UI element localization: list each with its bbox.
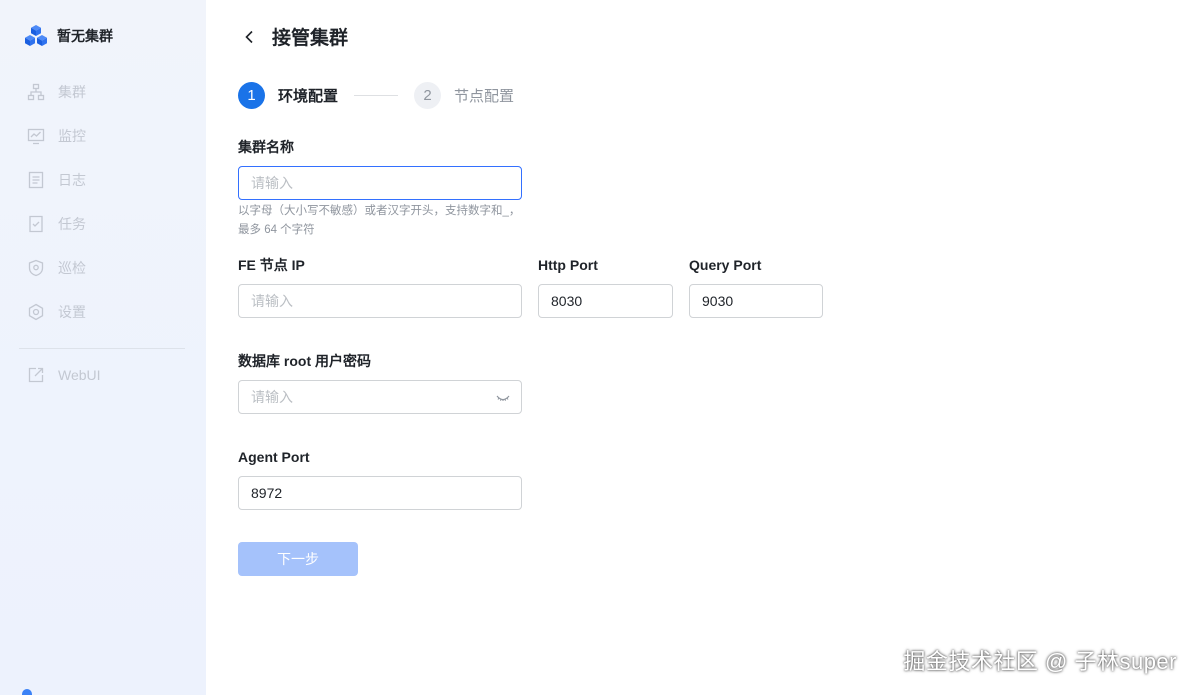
sidebar-footer-indicator [22,689,32,695]
sidebar-item-task[interactable]: 任务 [0,202,206,246]
back-button[interactable] [240,28,260,50]
brand-title: 暂无集群 [57,28,113,44]
sidebar-item-label: 设置 [58,304,86,320]
step-2-label: 节点配置 [454,87,515,105]
chevron-left-icon [244,30,256,49]
sidebar: 暂无集群 集群 监控 日志 任务 巡检 设置 WebUI [0,0,206,695]
sidebar-webui: WebUI [0,353,206,397]
step-1-label: 环境配置 [278,87,339,105]
sidebar-item-label: 监控 [58,128,86,144]
sidebar-item-label: WebUI [58,367,101,383]
eye-closed-icon[interactable] [496,390,510,404]
sidebar-item-label: 集群 [58,84,86,100]
settings-icon [26,302,46,322]
task-icon [26,214,46,234]
page-title: 接管集群 [272,28,349,49]
root-password-input[interactable] [238,380,522,414]
main-content: 接管集群 1 环境配置 2 节点配置 集群名称 以字母（大小写不敏感）或者汉字开… [206,0,1197,695]
step-1-number: 1 [238,81,265,109]
external-link-icon [26,365,46,385]
root-password-label: 数据库 root 用户密码 [238,353,371,369]
cubes-logo-icon [24,24,48,48]
sidebar-item-monitor[interactable]: 监控 [0,114,206,158]
step-2-number: 2 [414,81,442,109]
agent-port-input[interactable] [238,476,522,510]
monitor-icon [26,126,46,146]
query-port-label: Query Port [689,257,762,273]
cluster-name-label: 集群名称 [238,139,294,155]
inspect-icon [26,258,46,278]
sidebar-item-inspect[interactable]: 巡检 [0,246,206,290]
fe-ip-input[interactable] [238,284,522,318]
agent-port-label: Agent Port [238,449,310,465]
watermark: 掘金技术社区 @ 子林super [903,649,1177,674]
next-step-button[interactable]: 下一步 [238,542,358,576]
stepper: 1 环境配置 2 节点配置 [238,81,514,109]
fe-ip-label: FE 节点 IP [238,257,305,273]
sidebar-item-cluster[interactable]: 集群 [0,70,206,114]
sidebar-item-label: 巡检 [58,260,86,276]
query-port-input[interactable] [689,284,823,318]
log-icon [26,170,46,190]
sidebar-nav: 集群 监控 日志 任务 巡检 设置 [0,70,206,334]
sidebar-item-log[interactable]: 日志 [0,158,206,202]
cluster-icon [26,82,46,102]
sidebar-item-settings[interactable]: 设置 [0,290,206,334]
cluster-name-hint: 以字母（大小写不敏感）或者汉字开头，支持数字和_，最多 64 个字符 [238,205,521,236]
sidebar-item-label: 日志 [58,172,86,188]
http-port-input[interactable] [538,284,673,318]
sidebar-item-label: 任务 [58,216,86,232]
brand[interactable]: 暂无集群 [24,24,113,48]
http-port-label: Http Port [538,257,598,273]
step-connector [354,94,399,96]
cluster-name-input[interactable] [238,166,522,200]
sidebar-divider [19,348,185,349]
sidebar-item-webui[interactable]: WebUI [0,353,206,397]
